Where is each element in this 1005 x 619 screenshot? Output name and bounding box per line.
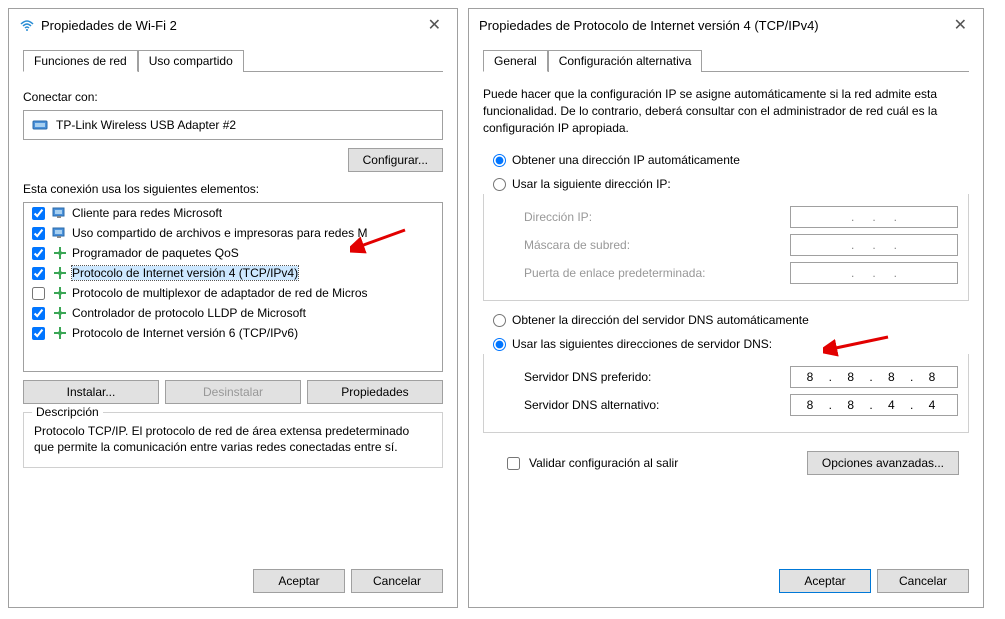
description-fieldset: Descripción Protocolo TCP/IP. El protoco… [23, 412, 443, 468]
dialog-title: Propiedades de Wi-Fi 2 [41, 18, 177, 33]
description-legend: Descripción [32, 405, 103, 419]
titlebar: Propiedades de Protocolo de Internet ver… [469, 9, 983, 41]
protocol-icon [52, 265, 68, 281]
dns-alternate-label: Servidor DNS alternativo: [524, 398, 659, 412]
list-item-label: Protocolo de Internet versión 4 (TCP/IPv… [72, 266, 298, 280]
tabstrip: General Configuración alternativa [483, 49, 969, 72]
list-item-checkbox[interactable] [32, 247, 45, 260]
protocol-icon [52, 325, 68, 341]
connect-with-label: Conectar con: [23, 90, 443, 104]
list-item-label: Protocolo de Internet versión 6 (TCP/IPv… [72, 326, 298, 340]
ok-button[interactable]: Aceptar [779, 569, 871, 593]
client-icon [52, 205, 68, 221]
validate-label: Validar configuración al salir [529, 456, 678, 470]
ip-auto-radio-row[interactable]: Obtener una dirección IP automáticamente [493, 153, 969, 167]
ip-manual-radio[interactable] [493, 178, 506, 191]
wifi-icon [19, 17, 35, 33]
dns-preferred-field[interactable]: 8 . 8 . 8 . 8 [790, 366, 958, 388]
description-text: Protocolo TCP/IP. El protocolo de red de… [34, 423, 432, 455]
ip-address-field: ... [790, 206, 958, 228]
ip-auto-label: Obtener una dirección IP automáticamente [512, 153, 740, 167]
ip-auto-radio[interactable] [493, 154, 506, 167]
validate-checkbox[interactable] [507, 457, 520, 470]
list-item[interactable]: Uso compartido de archivos e impresoras … [24, 223, 442, 243]
protocol-icon [52, 245, 68, 261]
list-item-checkbox[interactable] [32, 307, 45, 320]
list-item-checkbox[interactable] [32, 227, 45, 240]
list-item-label: Controlador de protocolo LLDP de Microso… [72, 306, 306, 320]
list-item-label: Uso compartido de archivos e impresoras … [72, 226, 367, 240]
cancel-button[interactable]: Cancelar [351, 569, 443, 593]
close-icon[interactable]: ✕ [948, 15, 973, 35]
dns-auto-label: Obtener la dirección del servidor DNS au… [512, 313, 809, 327]
uninstall-button: Desinstalar [165, 380, 301, 404]
ip-address-label: Dirección IP: [524, 210, 592, 224]
dns-auto-radio-row[interactable]: Obtener la dirección del servidor DNS au… [493, 313, 969, 327]
list-item-checkbox[interactable] [32, 207, 45, 220]
ipv4-properties-dialog: Propiedades de Protocolo de Internet ver… [468, 8, 984, 608]
ip-manual-label: Usar la siguiente dirección IP: [512, 177, 671, 191]
properties-button[interactable]: Propiedades [307, 380, 443, 404]
subnet-field: ... [790, 234, 958, 256]
list-item-checkbox[interactable] [32, 267, 45, 280]
list-item-label: Protocolo de multiplexor de adaptador de… [72, 286, 368, 300]
list-item[interactable]: Cliente para redes Microsoft [24, 203, 442, 223]
advanced-button[interactable]: Opciones avanzadas... [807, 451, 959, 475]
validate-check-row[interactable]: Validar configuración al salir [503, 454, 678, 473]
configure-button[interactable]: Configurar... [348, 148, 443, 172]
list-item-checkbox[interactable] [32, 287, 45, 300]
install-button[interactable]: Instalar... [23, 380, 159, 404]
info-text: Puede hacer que la configuración IP se a… [483, 86, 969, 136]
close-icon[interactable]: ✕ [422, 15, 447, 35]
dialog-title: Propiedades de Protocolo de Internet ver… [479, 18, 819, 33]
tab-sharing[interactable]: Uso compartido [138, 50, 244, 72]
dns-alternate-field[interactable]: 8 . 8 . 4 . 4 [790, 394, 958, 416]
protocol-icon [52, 285, 68, 301]
tab-alt-config[interactable]: Configuración alternativa [548, 50, 703, 72]
adapter-icon [32, 117, 48, 133]
ip-manual-radio-row[interactable]: Usar la siguiente dirección IP: [493, 177, 969, 191]
adapter-name: TP-Link Wireless USB Adapter #2 [56, 118, 236, 132]
elements-label: Esta conexión usa los siguientes element… [23, 182, 443, 196]
tabstrip: Funciones de red Uso compartido [23, 49, 443, 72]
list-item[interactable]: Protocolo de multiplexor de adaptador de… [24, 283, 442, 303]
gateway-label: Puerta de enlace predeterminada: [524, 266, 705, 280]
client-icon [52, 225, 68, 241]
titlebar: Propiedades de Wi-Fi 2 ✕ [9, 9, 457, 41]
adapter-box: TP-Link Wireless USB Adapter #2 [23, 110, 443, 140]
wifi-properties-dialog: Propiedades de Wi-Fi 2 ✕ Funciones de re… [8, 8, 458, 608]
dns-preferred-label: Servidor DNS preferido: [524, 370, 651, 384]
list-item[interactable]: Protocolo de Internet versión 6 (TCP/IPv… [24, 323, 442, 343]
list-item[interactable]: Protocolo de Internet versión 4 (TCP/IPv… [24, 263, 442, 283]
dns-manual-radio-row[interactable]: Usar las siguientes direcciones de servi… [493, 337, 969, 351]
dns-manual-radio[interactable] [493, 338, 506, 351]
protocol-icon [52, 305, 68, 321]
subnet-label: Máscara de subred: [524, 238, 630, 252]
tab-general[interactable]: General [483, 50, 548, 72]
ok-button[interactable]: Aceptar [253, 569, 345, 593]
cancel-button[interactable]: Cancelar [877, 569, 969, 593]
list-item[interactable]: Controlador de protocolo LLDP de Microso… [24, 303, 442, 323]
dns-auto-radio[interactable] [493, 314, 506, 327]
list-item-label: Programador de paquetes QoS [72, 246, 239, 260]
tab-networking[interactable]: Funciones de red [23, 50, 138, 72]
list-item[interactable]: Programador de paquetes QoS [24, 243, 442, 263]
list-item-label: Cliente para redes Microsoft [72, 206, 222, 220]
elements-listbox[interactable]: Cliente para redes Microsoft Uso comparti… [23, 202, 443, 372]
gateway-field: ... [790, 262, 958, 284]
list-item-checkbox[interactable] [32, 327, 45, 340]
dns-manual-label: Usar las siguientes direcciones de servi… [512, 337, 772, 351]
